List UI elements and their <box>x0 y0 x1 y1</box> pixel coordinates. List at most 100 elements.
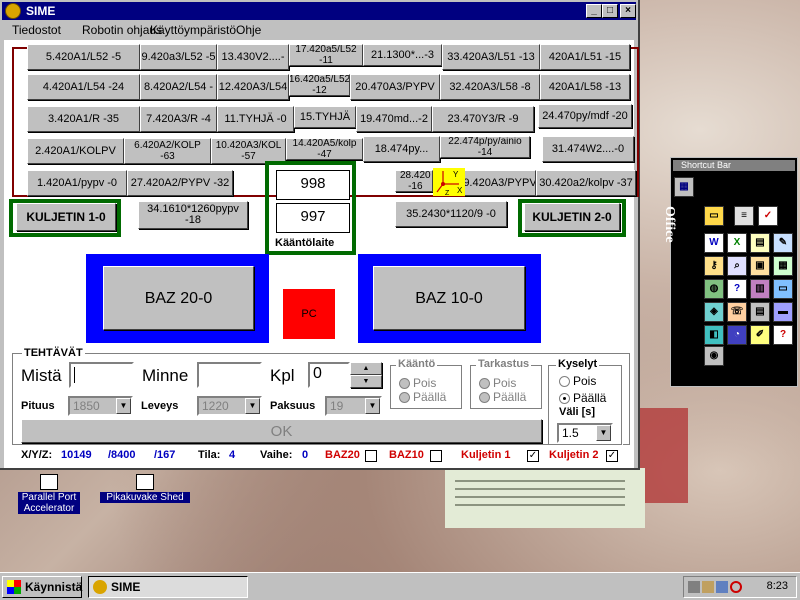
help-icon[interactable]: ? <box>727 279 747 299</box>
mute-tray-icon[interactable] <box>730 581 742 593</box>
ok-button[interactable]: OK <box>21 419 542 443</box>
shortcut-bar-title[interactable]: Shortcut Bar <box>673 160 795 171</box>
thickness-select[interactable]: 19 ▼ <box>325 396 382 416</box>
storage-slot[interactable]: 2.420A1/KOLPV <box>27 138 124 164</box>
width-select[interactable]: 1220 ▼ <box>197 396 262 416</box>
menu-kayttoymparisto[interactable]: Käyttöympäristö <box>150 23 236 37</box>
storage-slot[interactable]: 11.TYHJÄ -0 <box>217 106 294 132</box>
storage-slot[interactable]: 30.420a2/kolpv -37 <box>536 170 636 196</box>
window-titlebar[interactable]: SIME _ □ × <box>2 2 636 20</box>
interval-select[interactable]: 1.5 ▼ <box>557 423 613 443</box>
pc-indicator[interactable]: PC <box>283 289 335 339</box>
desktop-icon-parallel-port[interactable]: Parallel Port Accelerator <box>18 474 80 514</box>
menu-tiedostot[interactable]: Tiedostot <box>12 23 61 37</box>
minimize-button[interactable]: _ <box>586 4 602 18</box>
storage-slot[interactable]: 13.430V2....- <box>217 44 289 70</box>
open-folder-icon[interactable]: ▭ <box>704 206 724 226</box>
index-card-icon[interactable]: ≡ <box>734 206 754 226</box>
answer-wizard-icon[interactable]: ? <box>773 325 793 345</box>
storage-slot[interactable]: 4.420A1/L54 -24 <box>27 74 140 100</box>
office-logo-icon[interactable]: ▦ <box>674 177 694 197</box>
storage-slot[interactable]: 24.470py/mdf -20 <box>538 104 632 128</box>
task-button-sime[interactable]: SIME <box>88 576 248 598</box>
dropdown-arrow-icon[interactable]: ▼ <box>365 398 380 414</box>
conveyor2-checkbox[interactable]: ✓ <box>606 450 618 462</box>
turn-off-radio[interactable] <box>399 378 410 389</box>
check-off-radio[interactable] <box>479 378 490 389</box>
storage-slot[interactable]: 1.420A1/pypv -0 <box>27 170 127 196</box>
qty-up-button[interactable]: ▲ <box>350 362 382 375</box>
qty-down-button[interactable]: ▼ <box>350 375 382 388</box>
storage-slot[interactable]: 23.470Y3/R -9 <box>432 106 534 132</box>
dropdown-arrow-icon[interactable]: ▼ <box>116 398 131 414</box>
camera-icon[interactable]: ◉ <box>704 346 724 366</box>
excel-icon[interactable]: X <box>727 233 747 253</box>
storage-slot[interactable]: 15.TYHJÄ <box>294 106 356 128</box>
storage-slot[interactable]: 8.420A2/L54 - <box>140 74 217 100</box>
storage-slot[interactable]: 5.420A1/L52 -5 <box>27 44 140 70</box>
storage-slot[interactable]: 9.420a3/L52 -5 <box>140 44 217 70</box>
storage-slot[interactable]: 18.474py... <box>363 136 440 162</box>
conveyor-1-button[interactable]: KULJETIN 1-0 <box>16 203 116 231</box>
briefcase-icon[interactable]: ▣ <box>750 256 770 276</box>
storage-slot[interactable]: 12.420A3/L54 <box>217 74 289 100</box>
globe-icon[interactable]: ◍ <box>704 279 724 299</box>
baz10-checkbox[interactable] <box>430 450 442 462</box>
storage-slot[interactable]: 20.470A3/PYPV <box>350 74 440 100</box>
storage-slot[interactable]: 21.1300*...-3 <box>363 44 442 66</box>
storage-slot[interactable]: 16.420a5/L52 -12 <box>289 74 350 96</box>
note-icon[interactable]: ✐ <box>750 325 770 345</box>
close-button[interactable]: × <box>620 4 636 18</box>
storage-slot[interactable]: 32.420A3/L58 -8 <box>440 74 540 100</box>
length-select[interactable]: 1850 ▼ <box>68 396 133 416</box>
conveyor-2-slot[interactable]: 35.2430*1120/9 -0 <box>395 201 507 227</box>
contacts-icon[interactable]: ☏ <box>727 302 747 322</box>
check-on-radio[interactable] <box>479 392 490 403</box>
dropdown-arrow-icon[interactable]: ▼ <box>245 398 260 414</box>
book-icon[interactable]: ▥ <box>750 279 770 299</box>
storage-slot[interactable]: 3.420A1/R -35 <box>27 106 140 132</box>
storage-slot[interactable]: 7.420A3/R -4 <box>140 106 217 132</box>
desktop-icon-shed[interactable]: Pikakuvake Shed <box>100 474 190 503</box>
calendar-icon[interactable]: ▦ <box>773 256 793 276</box>
clock[interactable]: 8:23 <box>767 580 788 592</box>
baz-20-button[interactable]: BAZ 20-0 <box>103 266 254 330</box>
pie-chart-icon[interactable]: ◔ <box>727 325 747 345</box>
storage-slot[interactable]: 19.470md...-2 <box>356 106 432 132</box>
task-check-icon[interactable]: ✓ <box>758 206 778 226</box>
from-input[interactable] <box>69 362 134 388</box>
query-off-radio[interactable] <box>559 376 570 387</box>
monitor-tray-icon[interactable] <box>716 581 728 593</box>
notepad-icon[interactable]: ▤ <box>750 233 770 253</box>
clipart-icon[interactable]: ✎ <box>773 233 793 253</box>
storage-slot[interactable]: 14.420A5/kolp -47 <box>286 138 363 160</box>
baz20-checkbox[interactable] <box>365 450 377 462</box>
word-icon[interactable]: W <box>704 233 724 253</box>
start-button[interactable]: Käynnistä <box>2 576 82 598</box>
query-on-radio[interactable] <box>559 393 570 404</box>
conveyor-2-button[interactable]: KULJETIN 2-0 <box>524 203 620 231</box>
printer-icon[interactable]: ▤ <box>750 302 770 322</box>
storage-slot[interactable]: 22.474p/py/ainio -14 <box>440 136 530 158</box>
pen-tray-icon[interactable] <box>702 581 714 593</box>
key-icon[interactable]: ⚷ <box>704 256 724 276</box>
turn-on-radio[interactable] <box>399 392 410 403</box>
network-tray-icon[interactable] <box>688 581 700 593</box>
conveyor1-checkbox[interactable]: ✓ <box>527 450 539 462</box>
monitor-icon[interactable]: ▭ <box>773 279 793 299</box>
menu-ohje[interactable]: Ohje <box>236 23 261 37</box>
storage-slot[interactable]: 9.420A3/PYPV <box>464 170 536 196</box>
maximize-button[interactable]: □ <box>602 4 618 18</box>
baz-10-button[interactable]: BAZ 10-0 <box>373 266 525 330</box>
storage-slot[interactable]: 31.474W2....-0 <box>542 136 634 162</box>
keyboard-icon[interactable]: ▬ <box>773 302 793 322</box>
network-icon[interactable]: ◈ <box>704 302 724 322</box>
storage-slot[interactable]: 6.420A2/KOLP -63 <box>124 138 211 164</box>
storage-slot[interactable]: 17.420a5/L52 -11 <box>289 44 363 66</box>
search-icon[interactable]: ⌕ <box>727 256 747 276</box>
storage-slot[interactable]: 28.420 -16 <box>395 170 433 192</box>
storage-slot[interactable]: 33.420A3/L51 -13 <box>442 44 540 70</box>
storage-slot[interactable]: 27.420A2/PYPV -32 <box>127 170 233 196</box>
storage-slot[interactable]: 420A1/L58 -13 <box>540 74 630 100</box>
eraser-icon[interactable]: ◧ <box>704 325 724 345</box>
